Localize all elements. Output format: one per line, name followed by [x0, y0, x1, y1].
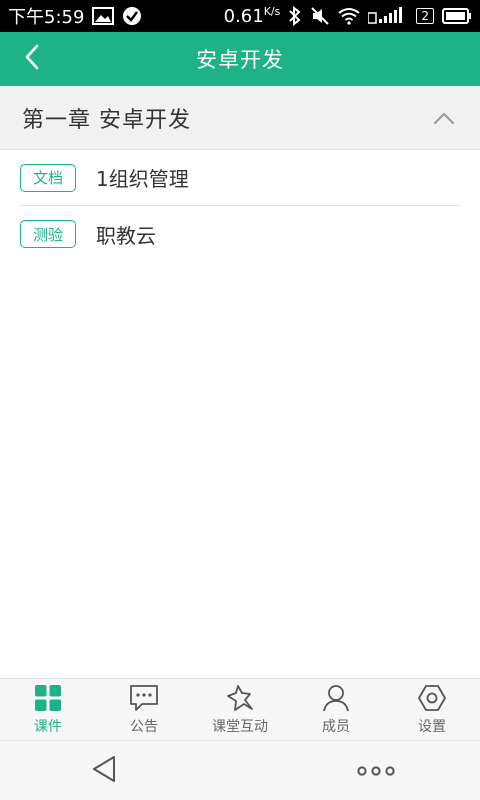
sim-badge: 2 [416, 8, 434, 24]
bottom-tab-bar: 课件 公告 课堂互动 成员 设置 [0, 678, 480, 740]
tab-classroom-interaction[interactable]: 课堂互动 [192, 679, 288, 740]
tab-label: 成员 [322, 719, 350, 735]
triangle-back-icon [90, 754, 118, 788]
more-dots-icon [357, 762, 395, 781]
user-icon [321, 683, 351, 713]
type-tag: 文档 [20, 163, 76, 192]
message-icon [129, 683, 159, 713]
tab-courseware[interactable]: 课件 [0, 679, 96, 740]
chapter-header[interactable]: 第一章 安卓开发 [0, 86, 480, 150]
tab-label: 课堂互动 [212, 719, 268, 735]
star-icon [225, 683, 255, 713]
network-speed: 0.61K/s [223, 5, 281, 27]
tab-members[interactable]: 成员 [288, 679, 384, 740]
status-bar: 下午5:59 0.61K/s 2 [0, 0, 480, 32]
type-tag: 测验 [20, 220, 76, 248]
chevron-up-icon[interactable] [430, 104, 458, 132]
tab-settings[interactable]: 设置 [384, 679, 480, 740]
list-item[interactable]: 测验 职教云 [20, 206, 460, 262]
chapter-title: 第一章 安卓开发 [22, 107, 191, 133]
mute-icon [310, 6, 330, 26]
tab-announcement[interactable]: 公告 [96, 679, 192, 740]
battery-icon [442, 8, 472, 24]
list-item[interactable]: 文档 1组织管理 [20, 150, 460, 206]
settings-icon [417, 683, 447, 713]
image-icon [92, 7, 115, 25]
bluetooth-icon [288, 6, 302, 26]
signal-icon [368, 7, 408, 25]
tab-label: 公告 [130, 719, 158, 735]
nav-more-button[interactable] [356, 755, 396, 787]
nav-back-button[interactable] [88, 755, 120, 787]
check-circle-icon [122, 6, 142, 26]
tab-label: 课件 [34, 719, 62, 735]
system-nav-bar [0, 740, 480, 800]
chevron-left-icon [22, 43, 42, 75]
page-title: 安卓开发 [196, 48, 284, 72]
resource-list: 文档 1组织管理 测验 职教云 [0, 150, 480, 262]
item-title: 职教云 [96, 223, 156, 248]
wifi-icon [338, 7, 360, 25]
app-header: 安卓开发 [0, 32, 480, 86]
tab-label: 设置 [418, 719, 446, 735]
item-title: 1组织管理 [96, 167, 189, 191]
grid-icon [33, 683, 63, 713]
back-button[interactable] [14, 41, 50, 77]
status-time: 下午5:59 [8, 7, 85, 28]
